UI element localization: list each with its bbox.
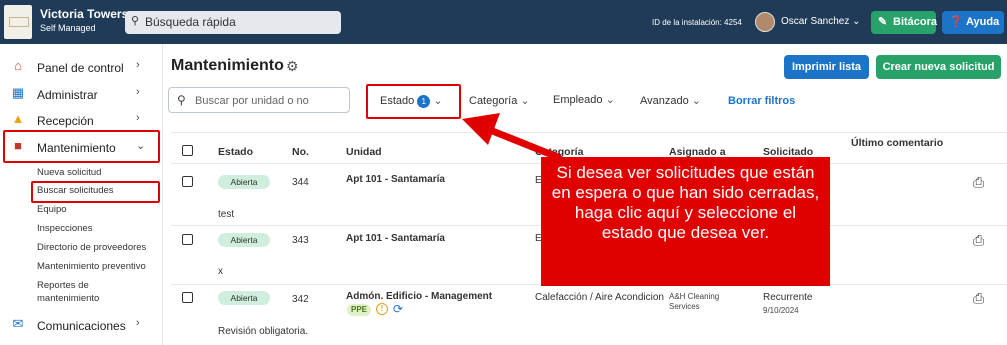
status-badge: Abierta [218, 291, 270, 305]
clear-filters-link[interactable]: Borrar filtros [728, 95, 795, 107]
quick-search[interactable]: ⚲ Búsqueda rápida [125, 11, 341, 34]
printer-icon[interactable]: ⎙ [973, 290, 984, 307]
pencil-icon: ✎ [878, 16, 888, 28]
row-checkbox[interactable] [182, 176, 193, 187]
avatar[interactable] [755, 12, 775, 32]
chevron-right-icon: › [136, 86, 140, 98]
row-number: 342 [292, 294, 309, 305]
search-icon: ⚲ [177, 93, 186, 107]
subitem-inspecciones[interactable]: Inspecciones [37, 223, 92, 234]
row-checkbox[interactable] [182, 234, 193, 245]
column-header-estado[interactable]: Estado [218, 146, 253, 158]
chevron-right-icon: › [136, 317, 140, 329]
printer-icon[interactable]: ⎙ [973, 174, 984, 191]
instruction-callout: Si desea ver solicitudes que están en es… [541, 157, 830, 286]
chevron-down-icon: ⌄ [605, 94, 615, 106]
recurring-icon: ⟳ [393, 302, 404, 316]
sidebar-item-label: Recepción [37, 114, 94, 128]
row-comment: x [218, 266, 223, 277]
sidebar-item-label: Comunicaciones [37, 319, 126, 333]
row-number: 344 [292, 177, 309, 188]
highlight-estado-filter [366, 84, 461, 119]
page-title: Mantenimiento [171, 57, 284, 74]
brand-name: Victoria Towers [40, 7, 129, 21]
top-bar: Victoria Towers Self Managed ⚲ Búsqueda … [0, 0, 1007, 44]
chevron-down-icon: ⌄ [520, 95, 530, 107]
row-unit[interactable]: Apt 101 - Santamaría [346, 233, 445, 244]
subitem-nueva-solicitud[interactable]: Nueva solicitud [37, 167, 101, 178]
row-requested: Recurrente [763, 292, 813, 303]
quick-search-label: Búsqueda rápida [145, 15, 236, 29]
row-comment: Revisión obligatoria. [218, 326, 309, 337]
row-comment: test [218, 209, 235, 220]
status-badge: Abierta [218, 175, 270, 189]
bitacora-button[interactable]: ✎ Bitácora [871, 11, 938, 34]
chevron-right-icon: › [136, 59, 140, 71]
chevron-down-icon: ⌄ [691, 95, 702, 107]
print-list-button[interactable]: Imprimir lista [784, 55, 869, 79]
row-unit[interactable]: Admón. Edificio - Management [346, 291, 492, 302]
user-name: Oscar Sanchez [781, 16, 850, 27]
subitem-equipo[interactable]: Equipo [37, 204, 67, 215]
printer-icon[interactable]: ⎙ [973, 232, 984, 249]
help-icon: ❓ [949, 16, 963, 28]
column-header-no[interactable]: No. [292, 146, 309, 158]
home-icon: ⌂ [14, 58, 22, 73]
sidebar-item-label: Panel de control [37, 61, 124, 75]
row-checkbox[interactable] [182, 292, 193, 303]
filter-categoria[interactable]: Categoría ⌄ [469, 94, 530, 107]
select-all-checkbox[interactable] [182, 145, 193, 156]
filter-empleado[interactable]: Empleado ⌄ [553, 93, 615, 106]
search-icon: ⚲ [131, 15, 140, 27]
brand[interactable]: Victoria Towers Self Managed [40, 7, 128, 33]
row-assigned: A&H Cleaning Services [669, 292, 720, 311]
new-request-button[interactable]: Crear nueva solicitud [876, 55, 1001, 79]
help-label: Ayuda [966, 16, 1000, 28]
subitem-preventivo[interactable]: Mantenimiento preventivo [37, 261, 146, 272]
column-header-comentario[interactable]: Último comentario [851, 137, 943, 149]
highlight-mantenimiento [3, 130, 160, 163]
brand-logo[interactable] [4, 5, 32, 39]
filter-categoria-label: Categoría [469, 95, 518, 107]
sidebar-item-label: Administrar [37, 88, 98, 102]
sidebar-item-comunicaciones[interactable]: ✉ Comunicaciones › [0, 312, 163, 338]
search-placeholder: Buscar por unidad o no [195, 95, 309, 107]
install-id: ID de la instalación: 4254 [652, 18, 742, 27]
sidebar-item-panel[interactable]: ⌂ Panel de control › [0, 54, 163, 80]
filter-avanzado[interactable]: Avanzado ⌄ [640, 94, 701, 107]
building-icon: ▦ [11, 85, 25, 100]
row-unit[interactable]: Apt 101 - Santamaría [346, 174, 445, 185]
row-requested-date: 9/10/2024 [763, 306, 799, 315]
highlight-buscar-solicitudes [31, 181, 160, 203]
warning-icon: ! [376, 303, 388, 315]
divider [171, 132, 1007, 133]
status-badge: Abierta [218, 233, 270, 247]
help-button[interactable]: ❓ Ayuda [942, 11, 1004, 34]
bitacora-label: Bitácora [893, 16, 938, 28]
subitem-reportes[interactable]: Reportes de mantenimiento [37, 279, 147, 305]
user-menu[interactable]: Oscar Sanchez ⌄ [781, 16, 861, 27]
subitem-directorio[interactable]: Directorio de proveedores [37, 242, 146, 253]
sidebar-item-administrar[interactable]: ▦ Administrar › [0, 81, 163, 107]
gear-icon[interactable]: ⚙ [286, 58, 299, 75]
column-header-unidad[interactable]: Unidad [346, 146, 382, 158]
row-category: Calefacción / Aire Acondicion [535, 292, 664, 303]
row-number: 343 [292, 235, 309, 246]
brand-subtitle: Self Managed [40, 23, 96, 33]
ppe-badge: PPE [347, 304, 371, 316]
filter-empleado-label: Empleado [553, 94, 603, 106]
mail-icon: ✉ [12, 316, 24, 331]
filter-avanzado-label: Avanzado [640, 95, 689, 107]
search-input[interactable]: ⚲ Buscar por unidad o no [168, 87, 350, 113]
chevron-right-icon: › [136, 112, 140, 124]
chevron-down-icon: ⌄ [852, 16, 861, 27]
reception-bell-icon: ▲ [11, 111, 25, 126]
